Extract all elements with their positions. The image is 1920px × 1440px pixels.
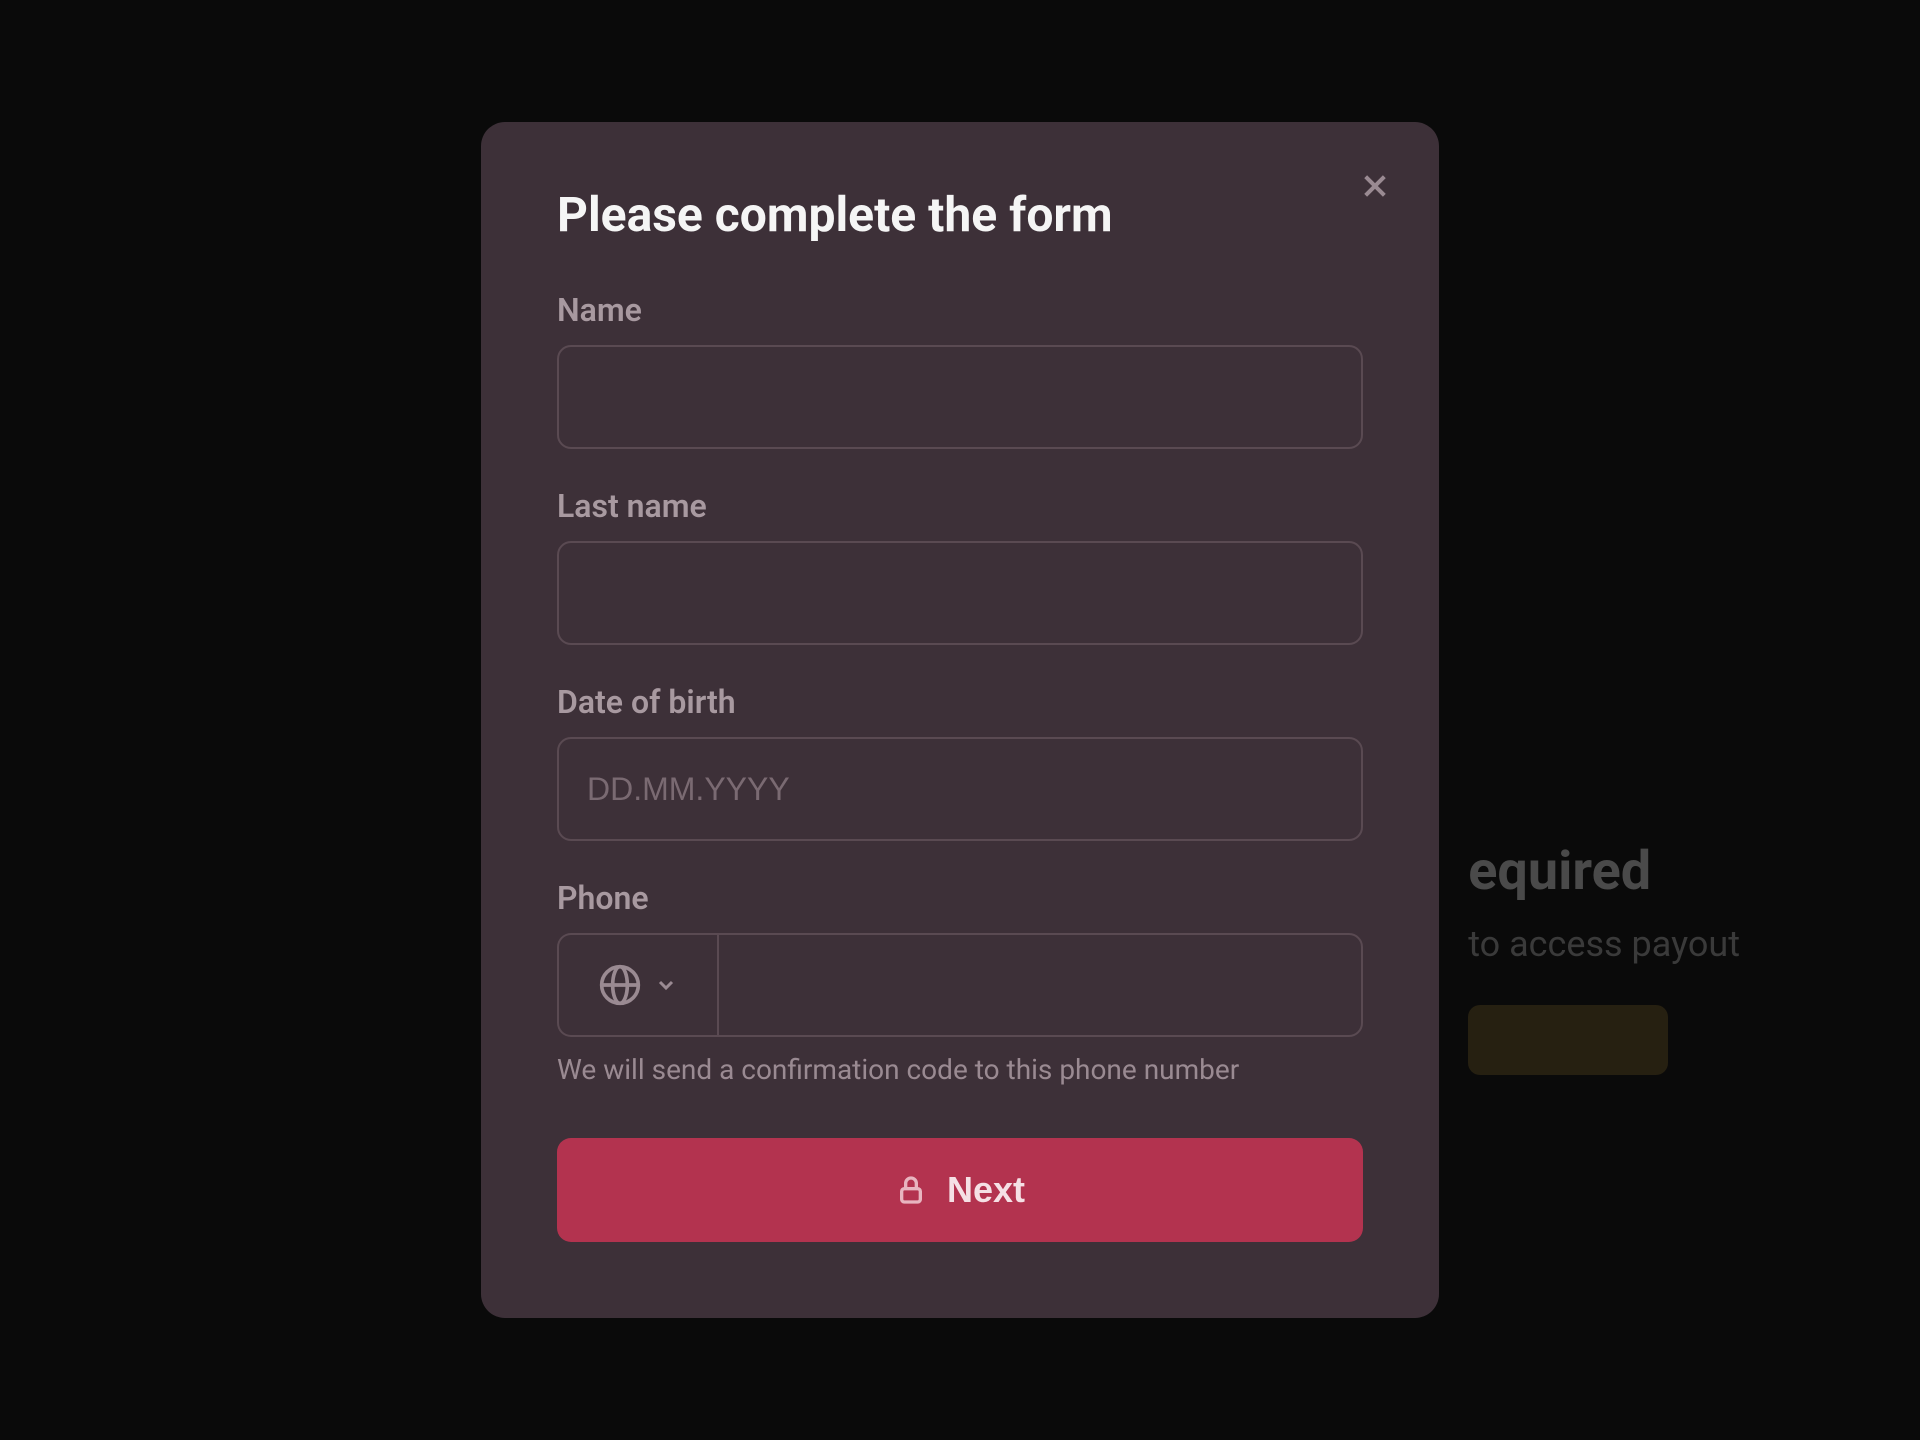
chevron-down-icon (654, 973, 678, 997)
dob-field-group: Date of birth (557, 683, 1363, 841)
phone-field-group: Phone We will send a confirmation code t… (557, 879, 1363, 1086)
lastname-input[interactable] (557, 541, 1363, 645)
phone-input[interactable] (717, 933, 1363, 1037)
phone-row (557, 933, 1363, 1037)
country-code-selector[interactable] (557, 933, 717, 1037)
name-label: Name (557, 291, 1363, 329)
next-button[interactable]: Next (557, 1138, 1363, 1242)
lock-icon (895, 1174, 927, 1206)
globe-icon (598, 963, 642, 1007)
next-button-label: Next (947, 1169, 1025, 1211)
lastname-field-group: Last name (557, 487, 1363, 645)
background-title: equired (1468, 840, 1740, 903)
lastname-label: Last name (557, 487, 1363, 525)
background-button-blur (1468, 1005, 1668, 1075)
background-panel: equired to access payout (1468, 840, 1740, 1079)
background-subtitle: to access payout (1468, 923, 1740, 965)
modal-title: Please complete the form (557, 186, 1363, 243)
name-field-group: Name (557, 291, 1363, 449)
dob-input[interactable] (557, 737, 1363, 841)
form-modal: Please complete the form Name Last name … (481, 122, 1439, 1318)
dob-label: Date of birth (557, 683, 1363, 721)
phone-label: Phone (557, 879, 1363, 917)
close-button[interactable] (1351, 162, 1399, 210)
phone-helper-text: We will send a confirmation code to this… (557, 1053, 1363, 1086)
close-icon (1359, 170, 1391, 202)
name-input[interactable] (557, 345, 1363, 449)
